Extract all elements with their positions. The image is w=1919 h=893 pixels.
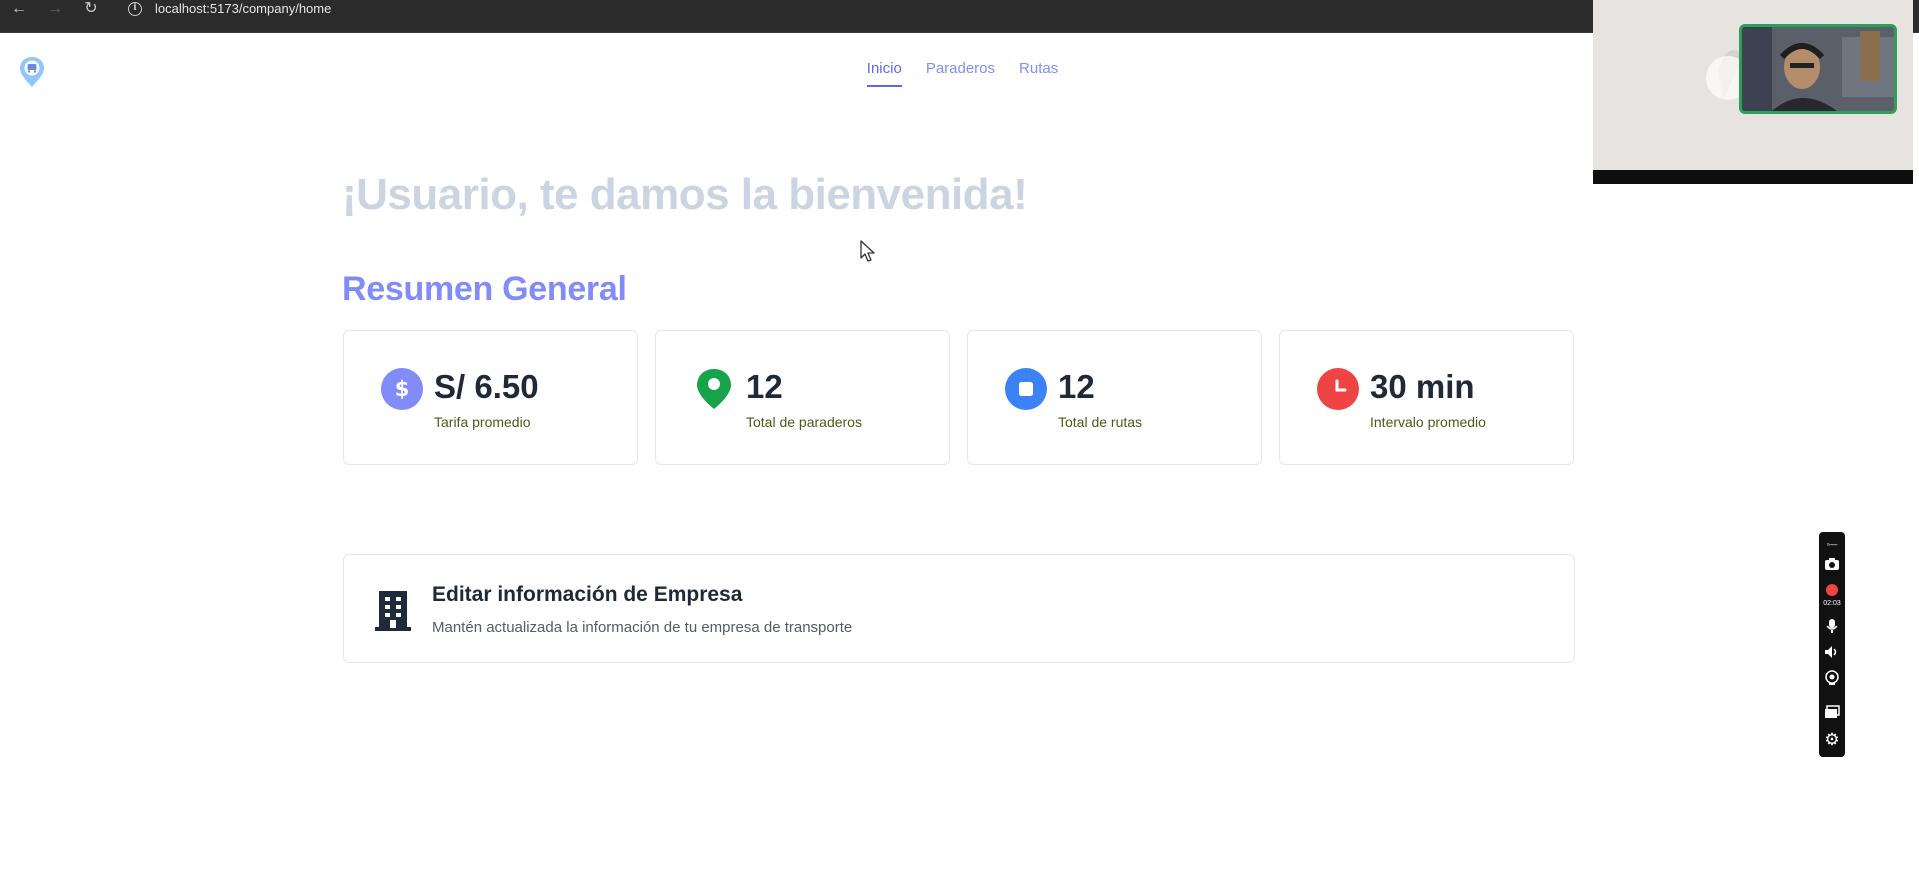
microphone-icon[interactable] xyxy=(1822,616,1842,636)
webcam-icon[interactable] xyxy=(1822,668,1842,688)
url-path: 5173/company/home xyxy=(209,1,332,16)
map-pin-icon xyxy=(693,368,735,410)
stat-value: 30 min xyxy=(1370,368,1475,405)
reload-icon[interactable]: ↻ xyxy=(78,0,104,18)
forward-icon[interactable]: → xyxy=(42,0,68,18)
back-icon[interactable]: ← xyxy=(6,0,32,18)
nav-rutas[interactable]: Rutas xyxy=(1019,60,1058,87)
stat-card-paraderos: 12 Total de paraderos xyxy=(655,330,950,465)
section-title: Resumen General xyxy=(342,270,627,308)
stat-label: Intervalo promedio xyxy=(1370,414,1486,430)
stat-value: 12 xyxy=(746,368,783,405)
url-text: localhost:5173/company/home xyxy=(155,1,331,16)
edit-company-card[interactable]: Editar información de Empresa Mantén act… xyxy=(343,554,1575,663)
record-icon[interactable] xyxy=(1822,580,1842,600)
clock-icon xyxy=(1317,368,1359,410)
stat-label: Total de paraderos xyxy=(746,414,862,430)
nav-inicio[interactable]: Inicio xyxy=(866,60,902,87)
stat-label: Tarifa promedio xyxy=(434,414,531,430)
route-icon xyxy=(1005,368,1047,410)
recording-time: 02:03 xyxy=(1823,600,1841,607)
building-icon xyxy=(375,591,411,631)
svg-text:$: $ xyxy=(395,377,410,401)
stat-card-rutas: 12 Total de rutas xyxy=(967,330,1262,465)
mouse-cursor-icon xyxy=(860,240,875,262)
settings-gear-icon[interactable]: ⚙ xyxy=(1822,730,1842,750)
stat-value: S/ 6.50 xyxy=(434,368,539,405)
nav-paraderos[interactable]: Paraderos xyxy=(926,60,995,87)
url-host: localhost: xyxy=(155,1,210,16)
dollar-icon: $ xyxy=(381,368,423,410)
address-bar[interactable]: i localhost:5173/company/home xyxy=(120,0,1600,18)
stat-value: 12 xyxy=(1058,368,1095,405)
company-card-description: Mantén actualizada la información de tu … xyxy=(432,619,853,636)
company-card-title: Editar información de Empresa xyxy=(432,583,743,606)
minimize-icon[interactable]: ▫— xyxy=(1822,534,1842,554)
windows-icon[interactable] xyxy=(1822,702,1842,722)
site-info-icon[interactable]: i xyxy=(128,2,142,16)
welcome-heading: ¡Usuario, te damos la bienvenida! xyxy=(342,170,1028,219)
webcam-video[interactable] xyxy=(1739,24,1897,114)
camera-icon[interactable] xyxy=(1822,554,1842,574)
speaker-icon[interactable] xyxy=(1822,642,1842,662)
stat-card-tarifa: $ S/ 6.50 Tarifa promedio xyxy=(343,330,638,465)
recorder-toolbar: ▫— 02:03 ⚙ xyxy=(1819,532,1845,757)
stat-label: Total de rutas xyxy=(1058,414,1143,430)
stat-card-intervalo: 30 min Intervalo promedio xyxy=(1279,330,1574,465)
stats-row: $ S/ 6.50 Tarifa promedio 12 Total de pa… xyxy=(343,330,1575,465)
